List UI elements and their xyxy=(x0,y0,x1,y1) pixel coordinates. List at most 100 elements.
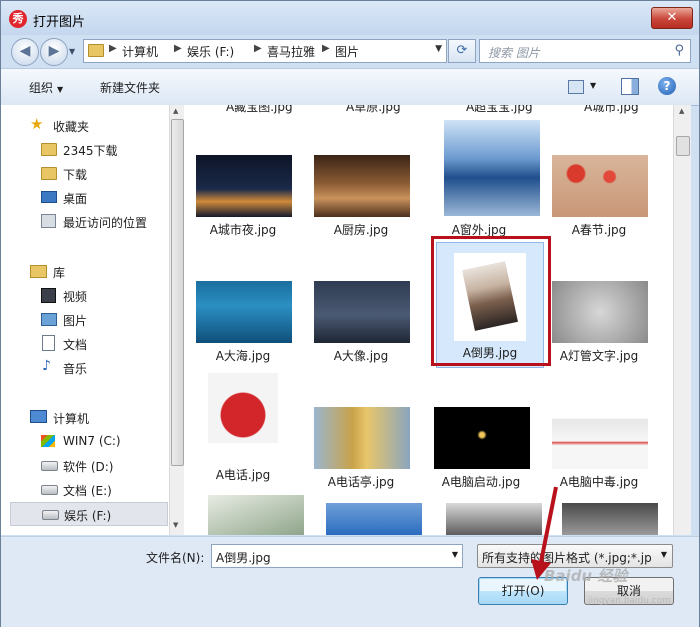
organize-menu[interactable]: 组织 ▼ xyxy=(29,79,63,96)
app-logo-icon: 秀 xyxy=(9,10,27,28)
sidebar-item-2345-download[interactable]: 2345下载 xyxy=(1,138,169,160)
file-item[interactable]: A城市夜.jpg xyxy=(184,135,296,255)
file-name: A大海.jpg xyxy=(215,349,271,363)
sidebar-item-desktop[interactable]: 桌面 xyxy=(1,186,169,208)
download-folder-icon xyxy=(41,167,57,180)
file-item[interactable]: A大海.jpg xyxy=(184,261,296,381)
sidebar-item-documents[interactable]: 文档 xyxy=(1,332,169,354)
file-name: A电话.jpg xyxy=(215,468,271,482)
file-thumbnail[interactable] xyxy=(208,495,304,535)
sidebar-item-recent-places[interactable]: 最近访问的位置 xyxy=(1,210,169,232)
title-bar: 秀 打开图片 ✕ xyxy=(1,1,699,35)
address-bar[interactable]: ▶ 计算机 ▶ 娱乐 (F:) ▶ 喜马拉雅 ▶ 图片 ▼ xyxy=(83,39,447,63)
baidu-watermark-url: jingyan.baidu.com xyxy=(588,596,672,606)
sidebar-item-label: 娱乐 (F:) xyxy=(64,509,112,523)
file-item[interactable]: A电脑启动.jpg xyxy=(422,387,534,507)
command-toolbar: 组织 ▼ 新建文件夹 ▼ ? xyxy=(1,68,699,106)
sidebar-libraries[interactable]: 库 xyxy=(1,260,169,282)
file-item[interactable]: A电话亭.jpg xyxy=(302,387,414,507)
breadcrumb-pictures[interactable]: 图片 xyxy=(335,43,359,60)
chevron-down-icon[interactable]: ▼ xyxy=(452,550,458,559)
sidebar-item-label: 音乐 xyxy=(63,362,88,376)
file-list: A藏宝图.jpg A草原.jpg A超宝宝.jpg A城市.jpg A城市夜.j… xyxy=(184,105,673,535)
sidebar-item-drive-c[interactable]: WIN7 (C:) xyxy=(1,430,169,452)
file-label[interactable]: A草原.jpg xyxy=(346,105,401,115)
view-options-dropdown-icon[interactable]: ▼ xyxy=(590,81,596,90)
sidebar-item-label: 最近访问的位置 xyxy=(63,216,148,230)
file-thumbnail[interactable] xyxy=(326,503,422,535)
forward-button[interactable]: ▶ xyxy=(40,38,68,66)
file-name: A城市夜.jpg xyxy=(209,223,277,237)
breadcrumb-separator-icon[interactable]: ▶ xyxy=(109,43,117,54)
scroll-up-icon[interactable]: ▲ xyxy=(173,107,178,115)
drive-icon xyxy=(41,461,58,471)
sidebar-item-label: 2345下载 xyxy=(63,144,118,158)
desktop-icon xyxy=(41,191,57,203)
recent-places-icon xyxy=(41,214,56,228)
file-item[interactable]: A大像.jpg xyxy=(302,261,414,381)
close-button[interactable]: ✕ xyxy=(651,7,693,29)
filename-input[interactable]: A倒男.jpg ▼ xyxy=(211,544,463,568)
sidebar-item-label: 视频 xyxy=(63,290,88,304)
sidebar-item-pictures[interactable]: 图片 xyxy=(1,308,169,330)
back-button[interactable]: ◀ xyxy=(11,38,39,66)
sidebar-item-drive-e[interactable]: 文档 (E:) xyxy=(1,478,169,500)
file-item[interactable]: A窗外.jpg xyxy=(420,105,540,255)
scroll-up-icon[interactable]: ▲ xyxy=(679,107,684,115)
library-icon xyxy=(30,265,47,278)
organize-label: 组织 xyxy=(29,81,54,95)
file-item[interactable]: A灯管文字.jpg xyxy=(540,261,652,381)
sidebar-item-label: 软件 (D:) xyxy=(63,460,114,474)
breadcrumb-himalaya[interactable]: 喜马拉雅 xyxy=(267,43,315,60)
file-thumbnail xyxy=(196,155,292,217)
file-label[interactable]: A藏宝图.jpg xyxy=(226,105,293,115)
breadcrumb-drive-f[interactable]: 娱乐 (F:) xyxy=(187,43,234,60)
file-thumbnail xyxy=(552,281,648,343)
navigation-bar: ◀ ▶ ▼ ▶ 计算机 ▶ 娱乐 (F:) ▶ 喜马拉雅 ▶ 图片 ▼ ⟳ 搜索… xyxy=(1,35,699,67)
preview-pane-icon[interactable] xyxy=(621,78,639,95)
sidebar-item-drive-f[interactable]: 娱乐 (F:) xyxy=(10,502,168,526)
address-dropdown-icon[interactable]: ▼ xyxy=(435,44,442,54)
sidebar-computer[interactable]: 计算机 xyxy=(1,406,169,428)
file-thumbnail xyxy=(314,281,410,343)
file-item[interactable]: A厨房.jpg xyxy=(302,135,414,255)
scroll-down-icon[interactable]: ▼ xyxy=(173,521,178,529)
breadcrumb-separator-icon[interactable]: ▶ xyxy=(254,43,262,54)
sidebar-item-downloads[interactable]: 下载 xyxy=(1,162,169,184)
sidebar-item-label: 文档 (E:) xyxy=(63,484,112,498)
search-icon[interactable]: ⚲ xyxy=(674,43,684,58)
file-name: A厨房.jpg xyxy=(333,223,389,237)
sidebar-item-drive-d[interactable]: 软件 (D:) xyxy=(1,454,169,476)
recent-locations-dropdown-icon[interactable]: ▼ xyxy=(69,47,75,56)
file-item[interactable]: A电话.jpg xyxy=(184,367,296,497)
refresh-button[interactable]: ⟳ xyxy=(448,39,476,63)
file-list-scrollbar[interactable]: ▲ xyxy=(673,105,691,535)
scrollbar-thumb[interactable] xyxy=(676,136,690,156)
file-thumbnail xyxy=(444,120,540,216)
file-thumbnail[interactable] xyxy=(562,503,658,535)
file-name: A灯管文字.jpg xyxy=(559,349,639,363)
sidebar-favorites[interactable]: ★ 收藏夹 xyxy=(1,114,169,136)
file-item[interactable]: A春节.jpg xyxy=(540,135,652,255)
change-view-icon[interactable] xyxy=(568,80,584,94)
picture-library-icon xyxy=(41,313,57,326)
sidebar-item-label: 桌面 xyxy=(63,192,88,206)
help-icon[interactable]: ? xyxy=(658,77,676,95)
file-thumbnail xyxy=(314,407,410,469)
filename-label: 文件名(N): xyxy=(146,551,205,565)
breadcrumb-separator-icon[interactable]: ▶ xyxy=(174,43,182,54)
music-note-icon: ♪ xyxy=(42,358,51,374)
scrollbar-thumb[interactable] xyxy=(171,119,184,466)
chevron-down-icon[interactable]: ▼ xyxy=(661,550,667,559)
star-icon: ★ xyxy=(30,115,44,133)
file-label[interactable]: A城市.jpg xyxy=(584,105,639,115)
navigation-pane: ★ 收藏夹 2345下载 下载 桌面 最近访问的位置 库 视频 图片 文档 ♪ … xyxy=(1,105,184,535)
new-folder-button[interactable]: 新建文件夹 xyxy=(100,79,160,96)
search-input[interactable]: 搜索 图片 ⚲ xyxy=(479,39,691,63)
document-library-icon xyxy=(42,335,55,351)
sidebar-item-music[interactable]: ♪ 音乐 xyxy=(1,356,169,378)
navigation-scrollbar[interactable]: ▲ ▼ xyxy=(169,105,184,535)
breadcrumb-separator-icon[interactable]: ▶ xyxy=(322,43,330,54)
sidebar-item-videos[interactable]: 视频 xyxy=(1,284,169,306)
breadcrumb-computer[interactable]: 计算机 xyxy=(122,43,158,60)
